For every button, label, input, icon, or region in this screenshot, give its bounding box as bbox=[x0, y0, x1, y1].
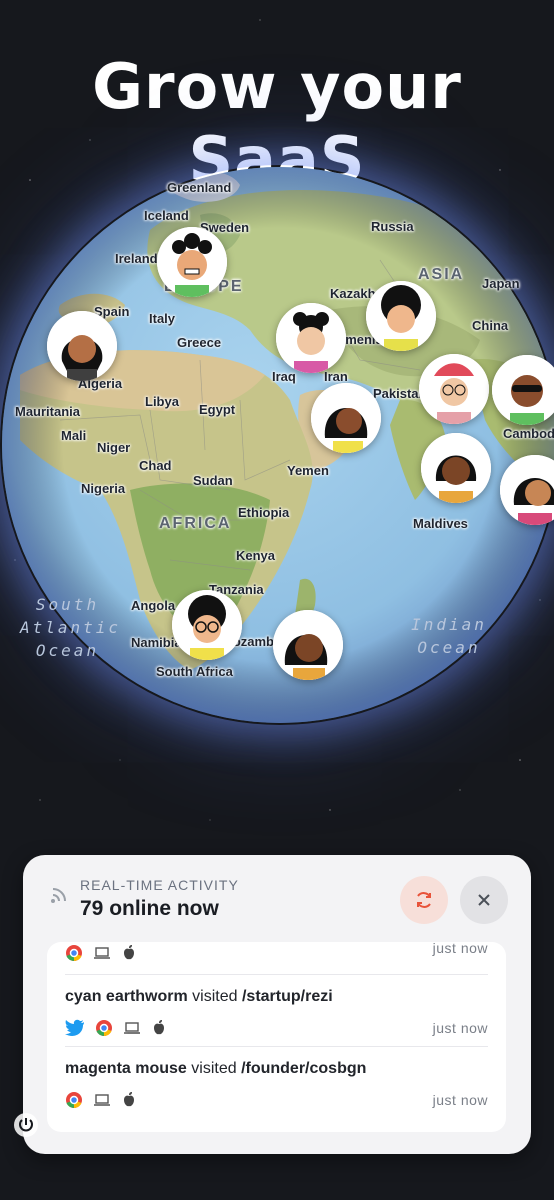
avatar-face-icon bbox=[47, 311, 117, 381]
visitor-avatar[interactable] bbox=[276, 303, 346, 373]
visited-path[interactable]: /startup/rezi bbox=[242, 988, 333, 1005]
map-label-iran: Iran bbox=[324, 369, 348, 384]
visitor-avatar[interactable] bbox=[366, 281, 436, 351]
avatar-face-icon bbox=[311, 383, 381, 453]
visitor-avatar[interactable] bbox=[421, 433, 491, 503]
close-icon bbox=[478, 894, 490, 906]
map-label-libya: Libya bbox=[145, 394, 179, 409]
twitter-icon bbox=[65, 1019, 84, 1036]
map-label-africa: AFRICA bbox=[159, 515, 232, 532]
chrome-icon bbox=[96, 1020, 112, 1037]
activity-panel: REAL-TIME ACTIVITY 79 online now just no… bbox=[23, 855, 531, 1154]
map-label-yemen: Yemen bbox=[287, 463, 329, 478]
row-icons bbox=[65, 1091, 137, 1109]
row-time: just now bbox=[432, 1020, 488, 1036]
map-label-south-atlantic-ocean: South Atlantic Ocean bbox=[20, 595, 122, 660]
close-button[interactable] bbox=[460, 876, 508, 924]
map-label-chad: Chad bbox=[139, 458, 172, 473]
laptop-icon bbox=[124, 1022, 140, 1034]
chrome-icon bbox=[66, 945, 82, 962]
map-label-russia: Russia bbox=[371, 219, 414, 234]
avatar-face-icon bbox=[276, 303, 346, 373]
map-label-sudan: Sudan bbox=[193, 473, 233, 488]
row-divider bbox=[65, 974, 488, 975]
row-icons bbox=[65, 944, 137, 962]
visit-verb: visited bbox=[187, 988, 242, 1005]
apple-icon bbox=[124, 945, 134, 960]
visitor-avatar[interactable] bbox=[419, 354, 489, 424]
map-label-egypt: Egypt bbox=[199, 402, 236, 417]
online-count: 79 online now bbox=[80, 897, 219, 920]
map-label-mali: Mali bbox=[61, 428, 87, 443]
avatar-face-icon bbox=[492, 355, 554, 425]
map-label-maldives: Maldives bbox=[413, 516, 468, 531]
visitor-avatar[interactable] bbox=[47, 311, 117, 381]
row-time: just now bbox=[432, 1092, 488, 1108]
activity-list[interactable]: just now cyan earthworm visited /startup… bbox=[47, 942, 506, 1132]
map-label-south-africa: South Africa bbox=[156, 664, 233, 679]
row-text: magenta mouse visited /founder/cosbgn bbox=[65, 1060, 488, 1078]
activity-row[interactable]: cyan earthworm visited /startup/rezi jus… bbox=[65, 988, 488, 1050]
row-time: just now bbox=[432, 942, 488, 956]
map-label-angola: Angola bbox=[131, 598, 176, 613]
visitor-avatar[interactable] bbox=[273, 610, 343, 680]
visit-verb: visited bbox=[186, 1060, 242, 1077]
avatar-face-icon bbox=[273, 610, 343, 680]
apple-icon bbox=[154, 1020, 164, 1035]
map-label-indian-ocean: Indian Ocean bbox=[411, 615, 487, 657]
map-label-china: China bbox=[472, 318, 509, 333]
power-icon[interactable] bbox=[13, 1112, 39, 1138]
panel-caption: REAL-TIME ACTIVITY bbox=[80, 877, 239, 893]
map-label-ireland: Ireland bbox=[115, 251, 158, 266]
map-label-ethiopia: Ethiopia bbox=[238, 505, 290, 520]
avatar-face-icon bbox=[157, 227, 227, 297]
row-divider bbox=[65, 1046, 488, 1047]
refresh-button[interactable] bbox=[400, 876, 448, 924]
map-label-mauritania: Mauritania bbox=[15, 404, 81, 419]
laptop-icon bbox=[94, 1094, 110, 1106]
apple-icon bbox=[124, 1092, 134, 1107]
avatar-face-icon bbox=[366, 281, 436, 351]
visitor-avatar[interactable] bbox=[157, 227, 227, 297]
broadcast-icon bbox=[51, 888, 66, 903]
map-label-asia: ASIA bbox=[418, 266, 465, 283]
activity-row[interactable]: just now bbox=[65, 942, 488, 966]
visited-path[interactable]: /founder/cosbgn bbox=[241, 1060, 366, 1077]
map-label-iceland: Iceland bbox=[144, 208, 189, 223]
row-text: cyan earthworm visited /startup/rezi bbox=[65, 988, 488, 1006]
map-label-nigeria: Nigeria bbox=[81, 481, 126, 496]
avatar-face-icon bbox=[421, 433, 491, 503]
map-label-greenland: Greenland bbox=[167, 180, 232, 195]
visitor-avatar[interactable] bbox=[311, 383, 381, 453]
row-icons bbox=[65, 1019, 167, 1037]
avatar-face-icon bbox=[419, 354, 489, 424]
map-label-cambodia: Cambodia bbox=[503, 426, 554, 441]
avatar-face-icon bbox=[172, 590, 242, 660]
chrome-icon bbox=[66, 1092, 82, 1109]
visitor-avatar[interactable] bbox=[172, 590, 242, 660]
visitor-avatar[interactable] bbox=[492, 355, 554, 425]
visitor-name: cyan earthworm bbox=[65, 988, 188, 1005]
refresh-icon bbox=[417, 892, 431, 908]
activity-row[interactable]: magenta mouse visited /founder/cosbgn ju… bbox=[65, 1060, 488, 1122]
map-label-kenya: Kenya bbox=[236, 548, 276, 563]
map-label-japan: Japan bbox=[482, 276, 520, 291]
map-label-niger: Niger bbox=[97, 440, 131, 455]
laptop-icon bbox=[94, 947, 110, 959]
map-label-greece: Greece bbox=[177, 335, 222, 350]
map-label-iraq: Iraq bbox=[272, 369, 296, 384]
map-label-italy: Italy bbox=[149, 311, 176, 326]
visitor-name: magenta mouse bbox=[65, 1060, 187, 1077]
